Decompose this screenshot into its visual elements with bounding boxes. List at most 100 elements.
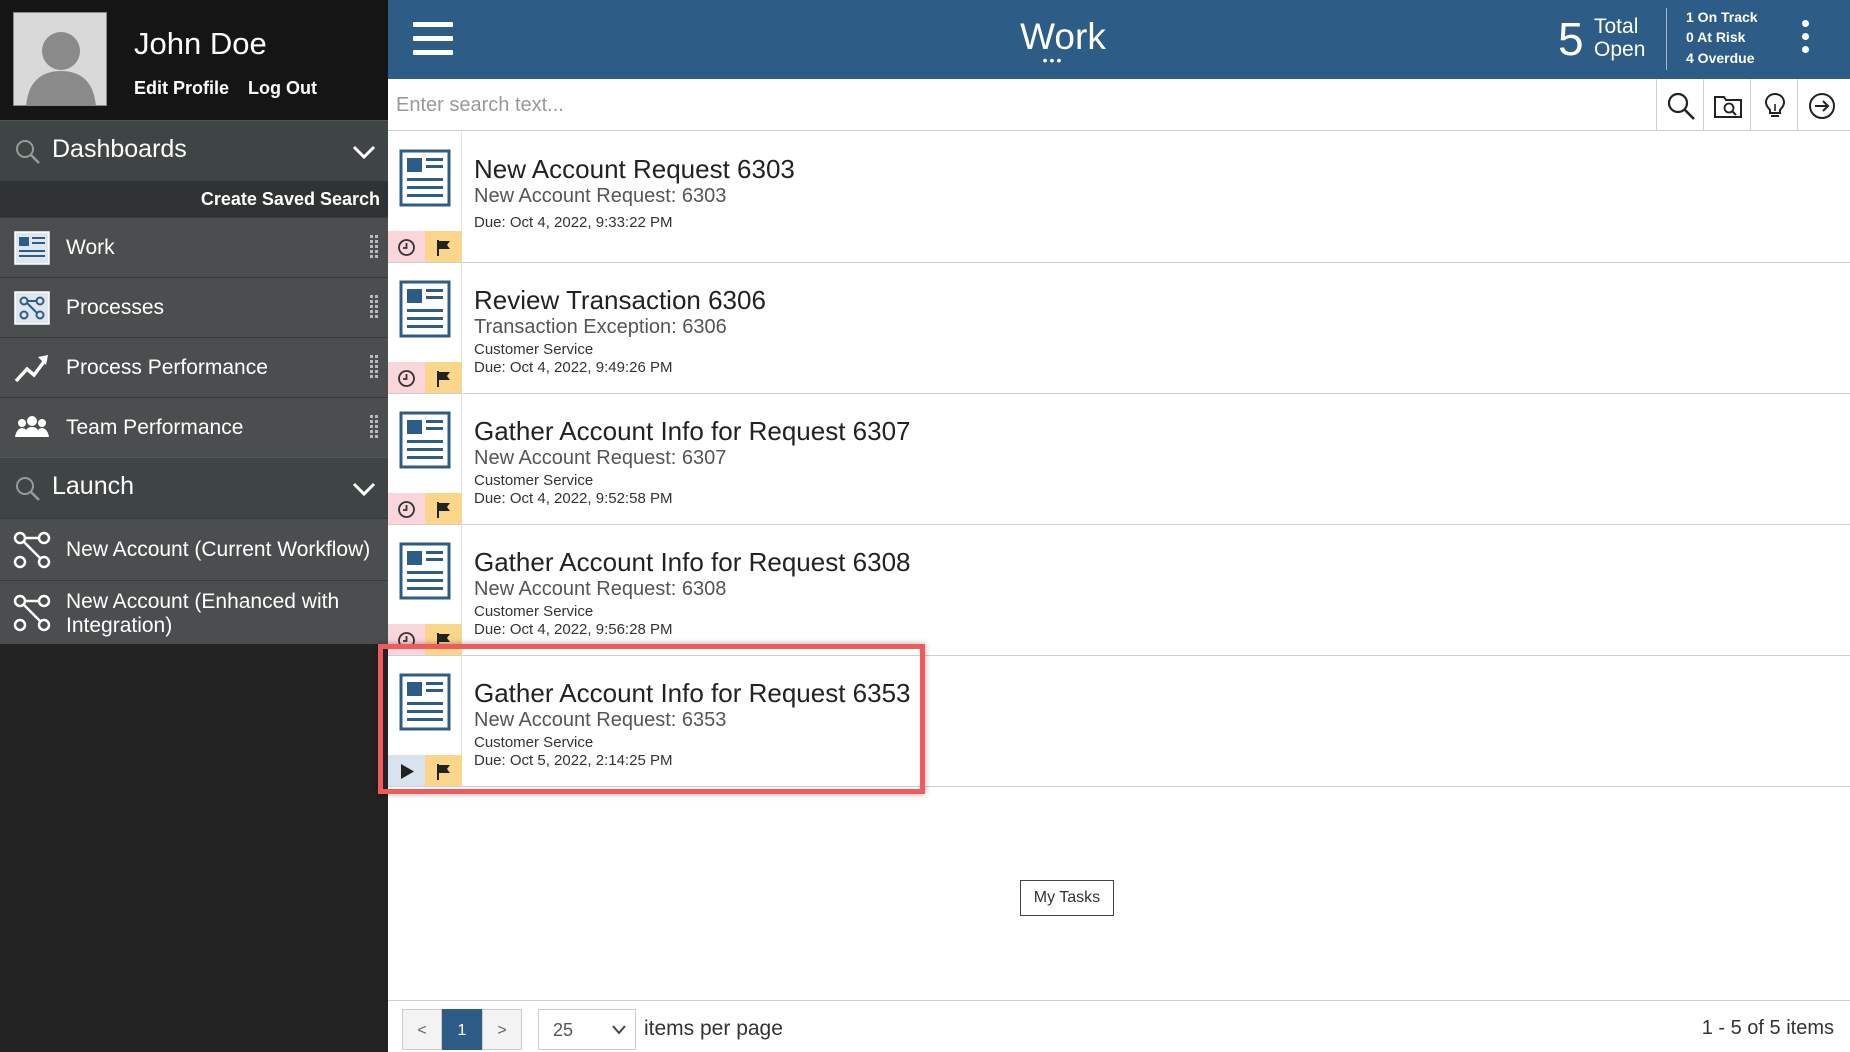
overdue-count: 4 Overdue xyxy=(1686,50,1755,66)
sidebar-item-work[interactable]: Work xyxy=(0,217,388,277)
sidebar-item-process-performance[interactable]: Process Performance xyxy=(0,337,388,397)
task-title[interactable]: Gather Account Info for Request 6308 xyxy=(474,547,911,578)
flag-icon xyxy=(437,240,450,256)
launch-item-new-account-current[interactable]: New Account (Current Workflow) xyxy=(0,518,388,580)
at-risk-count: 0 At Risk xyxy=(1686,29,1746,45)
task-subtitle: New Account Request: 6303 xyxy=(474,185,727,207)
task-document-icon xyxy=(399,280,451,338)
insights-button[interactable] xyxy=(1750,79,1797,131)
search-input[interactable] xyxy=(396,87,1636,123)
header-divider xyxy=(1666,8,1667,70)
next-page-button[interactable]: > xyxy=(482,1009,522,1050)
more-options-icon[interactable] xyxy=(1798,20,1812,58)
arrow-circle-right-icon xyxy=(1809,93,1835,119)
task-indicator-column xyxy=(388,263,462,394)
flag-icon xyxy=(437,371,450,387)
saved-search-bar: Create Saved Search xyxy=(0,181,388,217)
edit-profile-link[interactable]: Edit Profile xyxy=(134,78,229,99)
folder-search-icon xyxy=(1714,96,1742,118)
task-indicator-column xyxy=(388,525,462,656)
due-status-indicator xyxy=(388,231,425,262)
run-task-indicator[interactable] xyxy=(388,755,425,786)
task-due-date: Due: Oct 4, 2022, 9:33:22 PM xyxy=(474,214,673,231)
workflow-icon xyxy=(13,594,51,632)
work-icon xyxy=(14,231,50,265)
log-out-link[interactable]: Log Out xyxy=(248,78,317,99)
items-range-label: 1 - 5 of 5 items xyxy=(1701,1017,1834,1039)
launch-item-label: New Account (Current Workflow) xyxy=(66,538,371,561)
search-button[interactable] xyxy=(1656,79,1703,131)
priority-indicator xyxy=(425,624,462,655)
task-row[interactable]: Gather Account Info for Request 6353 New… xyxy=(388,656,1850,787)
task-row[interactable]: New Account Request 6303 New Account Req… xyxy=(388,132,1850,263)
task-subtitle: Transaction Exception: 6306 xyxy=(474,316,727,338)
task-title[interactable]: New Account Request 6303 xyxy=(474,154,795,185)
pagination-footer: < 1 > 25 items per page 1 - 5 of 5 items xyxy=(388,1000,1850,1052)
drag-handle-icon[interactable] xyxy=(370,235,378,261)
search-icon xyxy=(1667,92,1695,120)
task-title[interactable]: Gather Account Info for Request 6353 xyxy=(474,678,911,709)
top-header: Work ••• 5 Total Open 1 On Track 0 At Ri… xyxy=(388,0,1850,79)
launch-item-label-line2: Integration) xyxy=(66,614,173,637)
items-per-page-select[interactable]: 25 xyxy=(538,1009,636,1050)
task-document-icon xyxy=(399,542,451,600)
profile-panel: John Doe Edit Profile Log Out xyxy=(0,0,388,120)
drag-handle-icon[interactable] xyxy=(370,355,378,381)
create-saved-search-link[interactable]: Create Saved Search xyxy=(201,189,380,210)
total-label-line1: Total xyxy=(1594,15,1639,38)
task-indicator-column xyxy=(388,394,462,525)
processes-icon xyxy=(14,291,50,325)
flag-icon xyxy=(437,764,450,780)
title-options-dots[interactable]: ••• xyxy=(953,52,1153,68)
priority-indicator xyxy=(425,231,462,262)
due-status-indicator xyxy=(388,624,425,655)
sidebar-item-label: Team Performance xyxy=(66,416,244,439)
launch-item-new-account-enhanced[interactable]: New Account (Enhanced with Integration) xyxy=(0,580,388,644)
clock-icon xyxy=(398,632,415,649)
launch-title: Launch xyxy=(52,472,135,500)
sidebar-item-label: Processes xyxy=(66,296,165,319)
search-icon xyxy=(16,477,40,501)
task-row[interactable]: Gather Account Info for Request 6308 New… xyxy=(388,525,1850,656)
task-due-date: Due: Oct 4, 2022, 9:52:58 PM xyxy=(474,490,673,507)
task-due-date: Due: Oct 4, 2022, 9:56:28 PM xyxy=(474,621,673,638)
task-indicator-column xyxy=(388,132,462,263)
total-open-count: 5 xyxy=(1558,13,1584,65)
priority-indicator xyxy=(425,362,462,393)
saved-search-folder-button[interactable] xyxy=(1703,79,1750,131)
chevron-down-icon xyxy=(352,145,376,160)
avatar[interactable] xyxy=(13,12,107,106)
dashboards-title: Dashboards xyxy=(52,135,187,163)
my-tasks-button[interactable]: My Tasks xyxy=(1020,880,1114,916)
task-title[interactable]: Review Transaction 6306 xyxy=(474,285,766,316)
chevron-down-icon xyxy=(352,482,376,497)
sidebar-item-processes[interactable]: Processes xyxy=(0,277,388,337)
launch-section-header[interactable]: Launch xyxy=(0,457,388,518)
task-due-date: Due: Oct 4, 2022, 9:49:26 PM xyxy=(474,359,673,376)
task-row[interactable]: Review Transaction 6306 Transaction Exce… xyxy=(388,263,1850,394)
due-status-indicator xyxy=(388,362,425,393)
trend-chart-icon xyxy=(14,355,48,383)
drag-handle-icon[interactable] xyxy=(370,415,378,441)
sidebar-item-team-performance[interactable]: Team Performance xyxy=(0,397,388,457)
clock-icon xyxy=(398,501,415,518)
task-document-icon xyxy=(399,149,451,207)
hamburger-menu-icon[interactable] xyxy=(413,22,453,56)
on-track-count: 1 On Track xyxy=(1686,9,1758,25)
clock-icon xyxy=(398,239,415,256)
task-due-date: Due: Oct 5, 2022, 2:14:25 PM xyxy=(474,752,673,769)
chevron-down-icon xyxy=(612,1025,626,1035)
launch-item-label: New Account (Enhanced with xyxy=(66,590,340,613)
lightbulb-icon xyxy=(1764,92,1786,117)
navigate-forward-button[interactable] xyxy=(1797,79,1844,131)
dashboards-section-header[interactable]: Dashboards xyxy=(0,120,388,181)
drag-handle-icon[interactable] xyxy=(370,295,378,321)
task-title[interactable]: Gather Account Info for Request 6307 xyxy=(474,416,911,447)
items-per-page-label: items per page xyxy=(644,1017,783,1040)
task-row[interactable]: Gather Account Info for Request 6307 New… xyxy=(388,394,1850,525)
total-open-label: Total Open xyxy=(1594,15,1645,61)
items-per-page-value: 25 xyxy=(553,1020,574,1040)
page-1-button[interactable]: 1 xyxy=(442,1009,482,1050)
search-icon xyxy=(16,140,40,164)
prev-page-button[interactable]: < xyxy=(402,1009,442,1050)
